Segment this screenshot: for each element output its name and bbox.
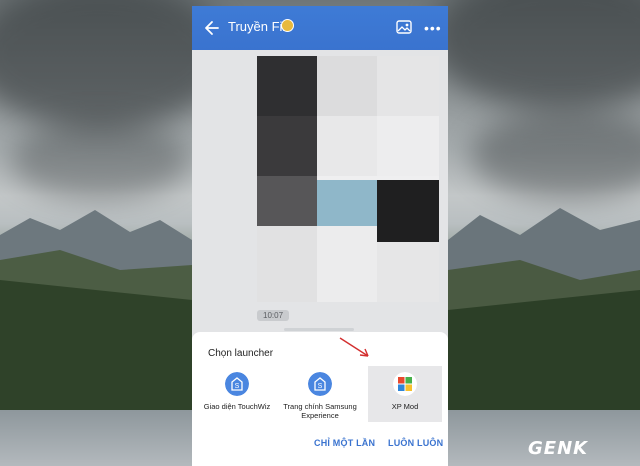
app-label: Trang chính Samsung Experience (283, 402, 357, 420)
svg-text:S: S (235, 383, 240, 390)
app-label: XP Mod (391, 402, 419, 411)
just-once-button[interactable]: CHỈ MỘT LẦN (314, 438, 375, 448)
message-timestamp: 10:07 (257, 310, 290, 321)
verified-badge-icon (281, 19, 294, 32)
app-label: Giao diện TouchWiz (203, 402, 271, 411)
genk-watermark: GENK (528, 438, 589, 459)
app-option-samsung-experience[interactable]: S Trang chính Samsung Experience (282, 366, 358, 422)
always-button[interactable]: LUÔN LUÔN (388, 438, 443, 448)
sheet-title: Chọn launcher (208, 348, 274, 359)
windows-xp-logo-icon (393, 372, 417, 396)
arrow-left-icon[interactable] (202, 18, 222, 38)
chat-area: 10:07 (192, 50, 448, 340)
more-horizontal-icon[interactable]: ••• (424, 20, 441, 36)
image-gallery-icon[interactable] (395, 18, 413, 36)
chat-header: Truyền File ••• (192, 6, 448, 50)
svg-text:S: S (318, 383, 323, 390)
app-option-xp-mod[interactable]: XP Mod (368, 366, 442, 422)
annotation-arrow-icon (339, 337, 369, 357)
launcher-chooser-sheet: Chọn launcher S Giao diện TouchWiz S Tra… (192, 328, 448, 466)
launcher-app-icon: S (225, 372, 249, 396)
app-option-touchwiz[interactable]: S Giao diện TouchWiz (200, 366, 274, 422)
phone-screen: Truyền File ••• 10:07 Chọn launcher S Gi… (192, 6, 448, 466)
pixelated-image-message[interactable] (257, 56, 439, 302)
sheet-handle (284, 328, 354, 331)
launcher-app-icon: S (308, 372, 332, 396)
